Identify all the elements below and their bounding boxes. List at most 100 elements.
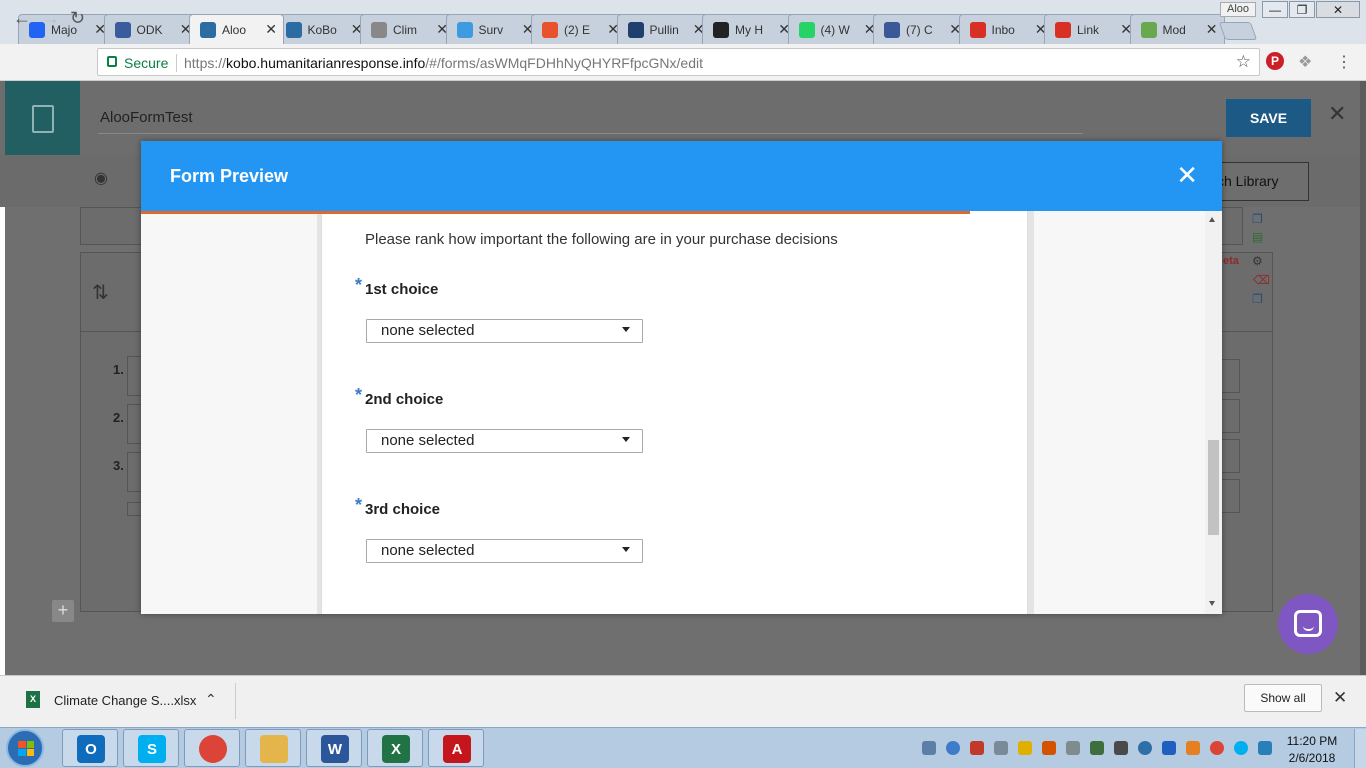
start-button[interactable]: [6, 729, 44, 767]
modal-body: Please rank how important the following …: [141, 211, 1222, 614]
volume-icon[interactable]: [1066, 741, 1080, 755]
taskbar-file-explorer-button[interactable]: [245, 729, 301, 767]
modal-header: Form Preview ✕: [141, 141, 1222, 211]
gear-icon[interactable]: ⚙: [1252, 254, 1263, 268]
taskbar-outlook-button[interactable]: O: [62, 729, 118, 767]
document-icon: [371, 21, 387, 38]
caret-down-icon: [622, 547, 630, 552]
tab-title: ODK: [136, 22, 163, 37]
tab-3[interactable]: Aloo ✕: [189, 14, 284, 44]
back-arrow-icon[interactable]: ←: [13, 8, 31, 29]
search-library-button[interactable]: ch Library: [1208, 162, 1309, 201]
kobo-icon: [627, 21, 644, 38]
url-text: https://kobo.humanitarianresponse.info/#…: [184, 55, 703, 71]
sort-icon[interactable]: ⇅: [92, 280, 109, 305]
tray-app-icon[interactable]: [1018, 741, 1032, 755]
tab-8[interactable]: Pullin ✕: [616, 14, 712, 44]
question-action[interactable]: [1220, 359, 1240, 393]
tray-app-icon[interactable]: [946, 741, 960, 755]
tray-app-icon[interactable]: [1258, 741, 1272, 755]
tab-10[interactable]: (4) W ✕: [787, 14, 883, 44]
tab-close-icon[interactable]: ✕: [265, 21, 277, 38]
tab-9[interactable]: My H ✕: [702, 14, 797, 44]
tray-app-icon[interactable]: [922, 741, 936, 755]
taskbar-excel-button[interactable]: X: [367, 729, 423, 767]
add-to-library-icon[interactable]: ▤: [1252, 230, 1263, 244]
choice-select-3[interactable]: none selected: [366, 539, 643, 563]
maximize-button[interactable]: ❐: [1289, 1, 1315, 18]
tab-2[interactable]: ODK ✕: [103, 14, 199, 44]
tab-close-icon[interactable]: ✕: [1206, 21, 1218, 38]
required-marker: *: [355, 495, 363, 515]
system-clock[interactable]: 11:20 PM 2/6/2018: [1280, 733, 1344, 767]
taskbar-skype-button[interactable]: S: [123, 729, 179, 767]
save-button[interactable]: SAVE: [1226, 99, 1311, 137]
trash-icon[interactable]: ⌫: [1253, 273, 1270, 287]
tab-14[interactable]: Mod ✕: [1129, 14, 1225, 44]
tab-6[interactable]: Surv ✕: [445, 14, 541, 44]
support-chat-button[interactable]: [1278, 594, 1338, 654]
scroll-down-arrow-icon[interactable]: [1209, 601, 1215, 606]
show-desktop-button[interactable]: [1354, 729, 1366, 768]
page-scrollbar[interactable]: [1360, 81, 1366, 675]
download-file-name[interactable]: Climate Change S....xlsx: [54, 693, 196, 708]
tab-13[interactable]: Link ✕: [1044, 14, 1139, 44]
dropbox-extension-icon[interactable]: ❖: [1298, 52, 1312, 72]
reload-icon[interactable]: ↻: [70, 8, 85, 29]
show-all-button[interactable]: Show all: [1244, 684, 1322, 712]
tab-12[interactable]: Inbo ✕: [958, 14, 1054, 44]
check-icon: [456, 21, 473, 38]
duplicate-icon[interactable]: ❐: [1252, 292, 1263, 306]
modal-scrollbar[interactable]: [1205, 211, 1222, 614]
meta-label: eta: [1223, 255, 1239, 267]
taskbar-word-button[interactable]: W: [306, 729, 362, 767]
chevron-up-icon[interactable]: ⌃: [205, 691, 217, 708]
form-title[interactable]: AlooFormTest: [100, 109, 193, 126]
chrome-menu-icon[interactable]: ⋮: [1336, 52, 1352, 72]
tab-1[interactable]: Majo ✕: [18, 14, 113, 44]
window-close-button[interactable]: ✕: [1316, 1, 1360, 18]
tab-5[interactable]: Clim ✕: [360, 14, 455, 44]
question-action[interactable]: [1220, 399, 1240, 433]
scroll-up-arrow-icon[interactable]: [1209, 217, 1215, 222]
close-editor-icon[interactable]: ✕: [1328, 101, 1346, 127]
choice-select-2[interactable]: none selected: [366, 429, 643, 453]
chrome-tray-icon[interactable]: [1210, 741, 1224, 755]
tray-app-icon[interactable]: [1090, 741, 1104, 755]
add-question-button[interactable]: +: [52, 600, 74, 622]
paper-shadow-right: [1028, 211, 1034, 614]
tray-app-icon[interactable]: [1186, 741, 1200, 755]
tray-app-icon[interactable]: [994, 741, 1008, 755]
tray-app-icon[interactable]: [970, 741, 984, 755]
tab-title: KoBo: [307, 22, 337, 37]
tab-11[interactable]: (7) C ✕: [873, 14, 968, 44]
bluetooth-icon[interactable]: [1162, 741, 1176, 755]
speaker-icon[interactable]: [1042, 741, 1056, 755]
question-action[interactable]: [1220, 479, 1240, 513]
address-bar[interactable]: Secure https://kobo.humanitarianresponse…: [97, 48, 1260, 76]
skype-tray-icon[interactable]: [1234, 741, 1248, 755]
tab-7[interactable]: (2) E ✕: [531, 14, 626, 44]
scrollbar-thumb[interactable]: [1208, 440, 1219, 535]
forward-arrow-icon[interactable]: →: [42, 8, 60, 29]
modal-close-icon[interactable]: ✕: [1176, 161, 1198, 189]
preview-eye-icon[interactable]: ◉: [94, 168, 114, 188]
profile-button[interactable]: Aloo: [1220, 2, 1256, 17]
tray-app-icon[interactable]: [1138, 741, 1152, 755]
bookmark-star-icon[interactable]: ☆: [1236, 52, 1251, 72]
taskbar-chrome-button[interactable]: [184, 729, 240, 767]
pinterest-extension-icon[interactable]: P: [1266, 52, 1284, 70]
question-label: 1st choice: [365, 281, 439, 298]
taskbar-acrobat-button[interactable]: A: [428, 729, 484, 767]
copy-icon[interactable]: ❐: [1252, 212, 1263, 226]
url-path: /#/forms/asWMqFDHhNyQHYRFfpcGNx/edit: [425, 55, 703, 71]
close-download-bar-icon[interactable]: ✕: [1333, 688, 1347, 708]
new-tab-button[interactable]: [1218, 22, 1258, 40]
question-number: 3.: [113, 458, 124, 473]
tab-4[interactable]: KoBo ✕: [274, 14, 370, 44]
minimize-button[interactable]: —: [1262, 1, 1288, 18]
question-action[interactable]: [1220, 439, 1240, 473]
gmail-icon: [969, 21, 986, 38]
choice-select-1[interactable]: none selected: [366, 319, 643, 343]
network-signal-icon[interactable]: [1114, 741, 1128, 755]
